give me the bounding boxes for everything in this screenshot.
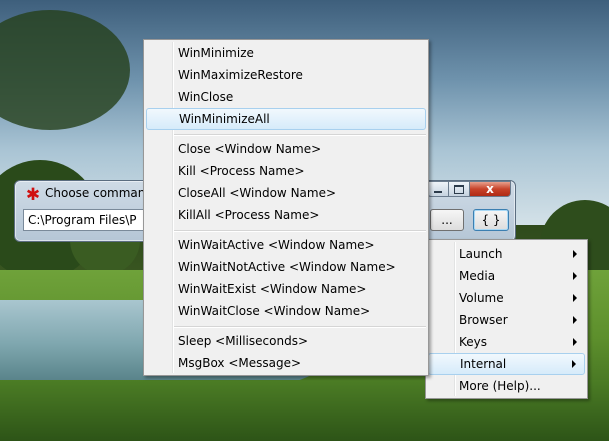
menu-item-winwaitnotactive[interactable]: WinWaitNotActive <Window Name> [146, 256, 426, 278]
chevron-right-icon [573, 272, 577, 280]
submenu-item-volume[interactable]: Volume [428, 287, 585, 309]
menu-item-close-window[interactable]: Close <Window Name> [146, 138, 426, 160]
submenu-item-label: Launch [459, 247, 503, 261]
menu-separator [174, 230, 426, 232]
submenu-item-media[interactable]: Media [428, 265, 585, 287]
chevron-right-icon [573, 294, 577, 302]
submenu-item-launch[interactable]: Launch [428, 243, 585, 265]
submenu-item-label: Volume [459, 291, 504, 305]
minimize-icon [434, 190, 442, 193]
submenu-item-browser[interactable]: Browser [428, 309, 585, 331]
menu-item-kill-process[interactable]: Kill <Process Name> [146, 160, 426, 182]
menu-separator [174, 326, 426, 328]
chevron-right-icon [573, 338, 577, 346]
maximize-icon [454, 184, 464, 194]
minimize-button[interactable] [427, 181, 449, 197]
menu-item-winwaitclose[interactable]: WinWaitClose <Window Name> [146, 300, 426, 322]
close-icon: x [486, 182, 494, 196]
menu-item-winclose[interactable]: WinClose [146, 86, 426, 108]
close-button[interactable]: x [469, 181, 511, 197]
chevron-right-icon [573, 250, 577, 258]
chevron-right-icon [573, 316, 577, 324]
dialog-title: Choose command [45, 186, 154, 200]
menu-item-killall-process[interactable]: KillAll <Process Name> [146, 204, 426, 226]
menu-item-winminimize[interactable]: WinMinimize [146, 42, 426, 64]
submenu-item-label: Keys [459, 335, 488, 349]
command-path-input[interactable]: C:\Program Files\P [23, 209, 147, 231]
menu-item-winmaximizerestore[interactable]: WinMaximizeRestore [146, 64, 426, 86]
submenu-item-keys[interactable]: Keys [428, 331, 585, 353]
menu-item-msgbox[interactable]: MsgBox <Message> [146, 352, 426, 374]
menu-item-sleep[interactable]: Sleep <Milliseconds> [146, 330, 426, 352]
command-category-menu: Launch Media Volume Browser Keys Interna… [425, 239, 588, 399]
submenu-item-label: More (Help)... [459, 379, 541, 393]
menu-item-winwaitactive[interactable]: WinWaitActive <Window Name> [146, 234, 426, 256]
braces-menu-button[interactable]: { } [473, 209, 509, 231]
submenu-item-label: Internal [460, 357, 507, 371]
menu-item-winminimizeall[interactable]: WinMinimizeAll [146, 108, 426, 130]
browse-button[interactable]: ... [430, 209, 464, 231]
asterisk-icon: ✱ [25, 185, 41, 205]
submenu-item-label: Media [459, 269, 496, 283]
submenu-item-more-help[interactable]: More (Help)... [428, 375, 585, 397]
chevron-right-icon [572, 360, 576, 368]
submenu-item-internal[interactable]: Internal [428, 353, 585, 375]
maximize-button[interactable] [448, 181, 470, 197]
menu-item-winwaitexist[interactable]: WinWaitExist <Window Name> [146, 278, 426, 300]
internal-commands-menu: WinMinimize WinMaximizeRestore WinClose … [143, 39, 429, 376]
submenu-item-label: Browser [459, 313, 508, 327]
menu-item-closeall-window[interactable]: CloseAll <Window Name> [146, 182, 426, 204]
menu-separator [174, 134, 426, 136]
